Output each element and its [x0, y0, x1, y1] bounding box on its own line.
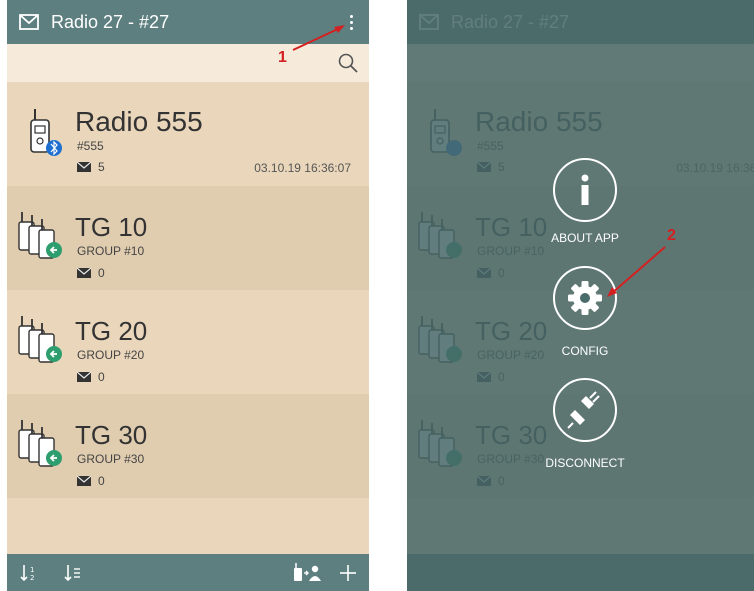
- about-app-label: ABOUT APP: [551, 231, 619, 245]
- sort-numeric-icon[interactable]: 1 2: [19, 562, 41, 584]
- annotation-2: 2: [667, 227, 676, 244]
- contact-id: GROUP #20: [77, 348, 145, 362]
- message-count-value: 0: [98, 474, 105, 488]
- contact-item-tg-10[interactable]: TG 10 GROUP #10 0: [7, 186, 369, 290]
- message-count: 0: [77, 474, 105, 488]
- disconnect-button[interactable]: [553, 378, 617, 442]
- talkgroup-icon: [18, 211, 62, 259]
- message-count-value: 0: [98, 266, 105, 280]
- gear-icon: [568, 281, 602, 315]
- menu-overlay[interactable]: ABOUT APP CONFIG DISCONNECT: [407, 0, 754, 591]
- contact-item-tg-20[interactable]: TG 20 GROUP #20 0: [7, 290, 369, 394]
- sort-list-icon[interactable]: [63, 562, 85, 584]
- mail-icon: [77, 372, 91, 382]
- more-options-icon[interactable]: [341, 10, 361, 34]
- app-title: Radio 27 - #27: [51, 11, 170, 32]
- search-icon[interactable]: [337, 52, 359, 74]
- svg-text:2: 2: [30, 574, 34, 582]
- config-label: CONFIG: [561, 344, 609, 358]
- info-icon: [581, 174, 589, 205]
- svg-text:1: 1: [30, 566, 34, 574]
- message-count-value: 5: [98, 160, 105, 174]
- app-bar: Radio 27 - #27: [7, 0, 369, 44]
- contact-name: TG 30: [75, 420, 148, 450]
- talkgroup-icon: [18, 315, 62, 363]
- contact-name: Radio 555: [75, 106, 203, 137]
- contact-name: TG 20: [75, 316, 148, 346]
- radio-to-user-icon[interactable]: [291, 562, 323, 584]
- main-screen: Radio 27 - #27 Radio 555 #555 5 03.10.19…: [7, 0, 369, 591]
- contact-id: #555: [77, 139, 104, 153]
- message-count: 0: [77, 266, 105, 280]
- timestamp: 03.10.19 16:36:07: [254, 161, 351, 175]
- menu-screen: Radio 27 - #27 Radio 555 #555 5 03.10.19…: [407, 0, 754, 591]
- message-count-value: 0: [98, 370, 105, 384]
- contact-id: GROUP #30: [77, 452, 145, 466]
- about-app-button[interactable]: [553, 158, 617, 222]
- contact-item-tg-30[interactable]: TG 30 GROUP #30 0: [7, 394, 369, 498]
- mail-icon: [77, 476, 91, 486]
- message-count: 0: [77, 370, 105, 384]
- talkgroup-icon: [18, 419, 62, 467]
- config-button[interactable]: [553, 266, 617, 330]
- contact-name: TG 10: [75, 212, 148, 242]
- contact-list: Radio 555 #555 5 03.10.19 16:36:07 TG 10…: [7, 82, 369, 554]
- message-count: 5: [77, 160, 105, 174]
- contact-item-radio-555[interactable]: Radio 555 #555 5 03.10.19 16:36:07: [7, 82, 369, 186]
- message-icon: [19, 14, 39, 30]
- add-icon[interactable]: [339, 562, 357, 584]
- contact-id: GROUP #10: [77, 244, 145, 258]
- unplug-icon: [567, 391, 600, 429]
- mail-icon: [77, 162, 91, 172]
- radio-device-icon: [30, 108, 62, 156]
- bottom-bar: 1 2: [7, 554, 369, 591]
- disconnect-label: DISCONNECT: [545, 456, 625, 470]
- search-bar: [7, 44, 369, 82]
- mail-icon: [77, 268, 91, 278]
- annotation-1: 1: [278, 49, 287, 66]
